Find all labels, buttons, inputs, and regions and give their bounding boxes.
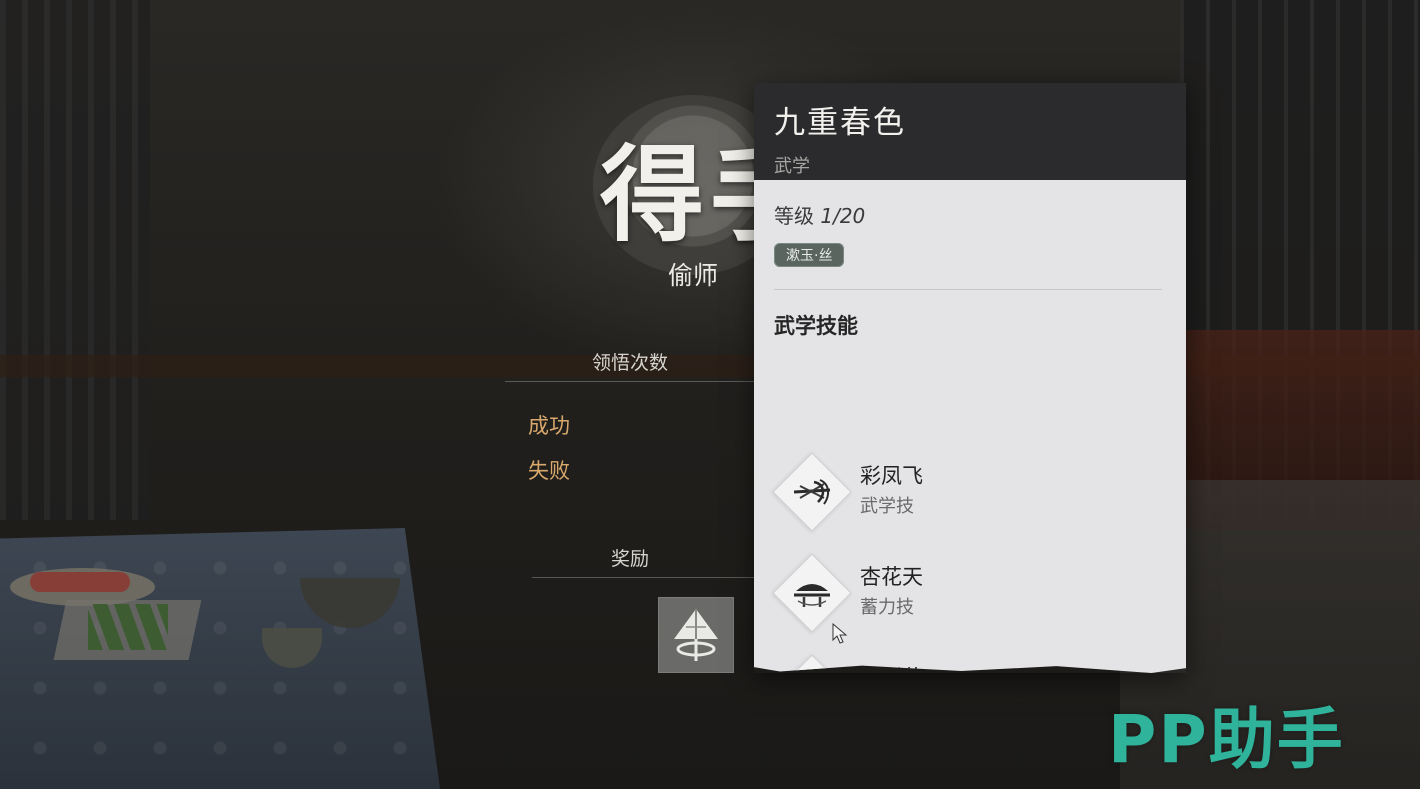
- skills-heading: 武学技能: [774, 314, 858, 338]
- tooltip-item-type: 武学: [774, 156, 810, 177]
- outcome-success: 成功: [528, 414, 570, 438]
- skill-icon-frame: [772, 553, 852, 633]
- tooltip-body: 等级 1/20 漱玉·丝 武学技能 彩凤飞 武学技 杏花天 蓄力技: [754, 180, 1186, 673]
- skill-icon-frame: [772, 452, 852, 532]
- item-tooltip-card: 九重春色 武学 等级 1/20 漱玉·丝 武学技能 彩凤飞 武学技 杏花天 蓄力…: [754, 83, 1186, 673]
- reward-item-slot[interactable]: [658, 597, 734, 673]
- umbrella-spin-icon: [794, 584, 830, 607]
- skill-name: 杏花天: [860, 565, 923, 589]
- watermark-logo: PP助手: [1108, 701, 1345, 778]
- skill-kind: 武学技: [860, 496, 914, 517]
- cucumber-dish: [88, 604, 168, 650]
- level-label: 等级: [774, 204, 814, 228]
- level-value: 1/20: [820, 204, 866, 228]
- outcome-failure: 失败: [528, 459, 570, 483]
- reward-divider: [532, 577, 755, 578]
- comprehension-divider: [505, 381, 755, 382]
- skill-item[interactable]: 杏花天 蓄力技: [772, 553, 1154, 641]
- weapon-tag-badge: 漱玉·丝: [774, 243, 845, 267]
- tooltip-level: 等级 1/20: [774, 200, 1166, 229]
- wall-panel-left: [0, 0, 150, 520]
- fish-dish: [30, 572, 130, 592]
- skill-kind: 蓄力技: [860, 597, 914, 618]
- hat-weapon-icon: [674, 609, 718, 661]
- skill-name: 彩凤飞: [860, 464, 923, 488]
- tooltip-divider: [774, 289, 1162, 290]
- phoenix-strike-icon: [793, 479, 831, 505]
- tooltip-header: 九重春色 武学: [754, 83, 1186, 180]
- tooltip-item-name: 九重春色: [774, 105, 906, 141]
- skill-item[interactable]: 彩凤飞 武学技: [772, 452, 1154, 540]
- mouse-cursor-icon: [832, 623, 848, 644]
- result-rank: 偷师: [668, 261, 719, 290]
